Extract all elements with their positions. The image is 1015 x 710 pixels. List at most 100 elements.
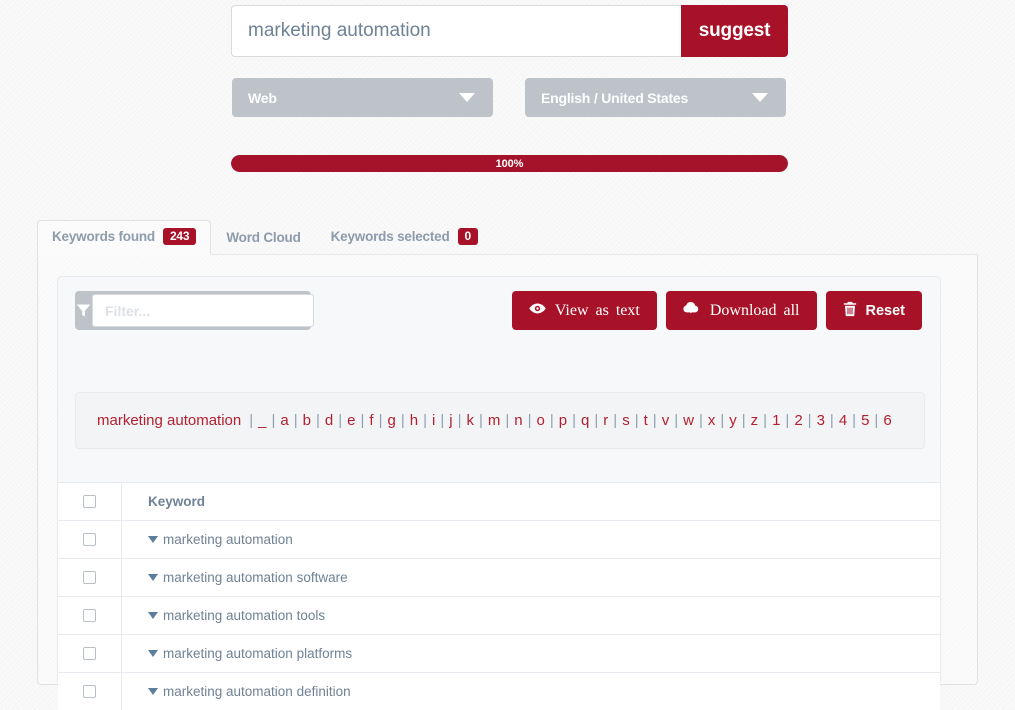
alpha-filter-item[interactable]: i xyxy=(432,412,435,429)
alpha-filter-item[interactable]: 6 xyxy=(883,412,891,429)
row-checkbox[interactable] xyxy=(83,609,96,622)
table-row[interactable]: marketing automation tools xyxy=(58,596,940,634)
keywords-panel: View as text Download all xyxy=(37,254,978,710)
alpha-separator: | xyxy=(338,412,343,429)
download-all-label: Download all xyxy=(709,301,800,319)
alpha-separator: | xyxy=(829,412,834,429)
filter-input[interactable] xyxy=(92,294,314,327)
row-checkbox[interactable] xyxy=(83,685,96,698)
tab-keywords-selected[interactable]: Keywords selected 0 xyxy=(316,220,493,254)
table-row[interactable]: marketing automation platforms xyxy=(58,634,940,672)
alpha-filter-item[interactable]: j xyxy=(449,412,452,429)
table-row[interactable]: marketing automation xyxy=(58,520,940,558)
eye-icon xyxy=(529,302,546,320)
alpha-filter-item[interactable]: d xyxy=(325,412,333,429)
row-checkbox[interactable] xyxy=(83,647,96,660)
alpha-filter-item[interactable]: e xyxy=(347,412,355,429)
alpha-filter-item[interactable]: r xyxy=(603,412,608,429)
trash-icon xyxy=(843,301,857,321)
tab-keywords-selected-badge: 0 xyxy=(457,228,478,245)
alpha-filter-item[interactable]: g xyxy=(387,412,395,429)
toolbar-buttons: View as text Download all Reset xyxy=(511,291,922,330)
keyword-label: marketing automation platforms xyxy=(163,646,353,661)
alpha-filter-item[interactable]: f xyxy=(369,412,373,429)
progress-bar: 100% xyxy=(231,155,788,172)
row-checkbox[interactable] xyxy=(83,533,96,546)
table-header-row: Keyword xyxy=(58,482,940,520)
view-as-text-button[interactable]: View as text xyxy=(511,291,657,330)
alpha-separator: | xyxy=(652,412,657,429)
alpha-filter-item[interactable]: b xyxy=(303,412,311,429)
alpha-separator: | xyxy=(249,412,254,429)
tab-keywords-found-badge: 243 xyxy=(162,228,197,245)
alpha-filter-item[interactable]: p xyxy=(559,412,567,429)
reset-button[interactable]: Reset xyxy=(825,291,922,330)
search-input[interactable] xyxy=(231,5,681,57)
select-all-checkbox[interactable] xyxy=(83,495,96,508)
language-select[interactable]: English / United States xyxy=(525,78,786,117)
alpha-filter-item[interactable]: 5 xyxy=(861,412,869,429)
alpha-separator: | xyxy=(572,412,577,429)
keyword-label: marketing automation tools xyxy=(163,608,326,623)
alpha-filter-head[interactable]: marketing automation xyxy=(97,412,241,429)
triangle-down-icon[interactable] xyxy=(148,688,158,695)
alpha-filter-item[interactable]: k xyxy=(466,412,474,429)
source-select-label: Web xyxy=(248,89,277,106)
alpha-separator: | xyxy=(613,412,618,429)
source-select[interactable]: Web xyxy=(232,78,493,117)
alpha-filter-item[interactable]: 3 xyxy=(817,412,825,429)
alpha-filter-item[interactable]: t xyxy=(644,412,648,429)
tab-word-cloud[interactable]: Word Cloud xyxy=(211,222,315,254)
chevron-down-icon xyxy=(459,93,475,102)
select-all-cell xyxy=(58,483,122,520)
alpha-separator: | xyxy=(423,412,427,429)
alpha-filter-item[interactable]: 4 xyxy=(839,412,847,429)
alpha-separator: | xyxy=(293,412,298,429)
tab-keywords-selected-label: Keywords selected xyxy=(330,229,450,244)
alpha-separator: | xyxy=(505,412,510,429)
alpha-separator: | xyxy=(852,412,857,429)
column-header-keyword: Keyword xyxy=(148,494,206,509)
triangle-down-icon[interactable] xyxy=(148,612,158,619)
alpha-separator: | xyxy=(549,412,554,429)
alpha-separator: | xyxy=(594,412,599,429)
tab-keywords-found[interactable]: Keywords found 243 xyxy=(37,220,212,255)
alpha-filter-item[interactable]: n xyxy=(514,412,522,429)
chevron-down-icon xyxy=(752,93,768,102)
alpha-separator: | xyxy=(440,412,445,429)
keyword-cell: marketing automation xyxy=(122,532,940,547)
alpha-filter-items: | _ | a | b | d | e | f | g | h | i | j | k | m | n | o | p | q | r | s | t | v… xyxy=(244,412,891,429)
table-row[interactable]: marketing automation definition xyxy=(58,672,940,710)
row-checkbox[interactable] xyxy=(83,571,96,584)
keyword-cell: marketing automation platforms xyxy=(122,646,940,661)
alpha-filter-item[interactable]: _ xyxy=(258,412,266,429)
selector-row: Web English / United States xyxy=(232,78,786,117)
alpha-filter-item[interactable]: 1 xyxy=(772,412,780,429)
alpha-separator: | xyxy=(527,412,532,429)
triangle-down-icon[interactable] xyxy=(148,574,158,581)
alpha-filter-item[interactable]: v xyxy=(662,412,670,429)
alpha-filter-item[interactable]: a xyxy=(280,412,288,429)
alpha-filter-item[interactable]: y xyxy=(729,412,737,429)
alpha-filter-item[interactable]: q xyxy=(581,412,589,429)
alpha-filter-item[interactable]: 2 xyxy=(794,412,802,429)
alpha-filter-item[interactable]: h xyxy=(410,412,418,429)
triangle-down-icon[interactable] xyxy=(148,650,158,657)
alpha-separator: | xyxy=(674,412,679,429)
keyword-cell: marketing automation definition xyxy=(122,684,940,699)
alpha-filter-item[interactable]: x xyxy=(708,412,716,429)
table-row[interactable]: marketing automation software xyxy=(58,558,940,596)
alpha-filter-item[interactable]: z xyxy=(751,412,759,429)
alpha-separator: | xyxy=(763,412,768,429)
alpha-filter-item[interactable]: w xyxy=(683,412,694,429)
row-checkbox-cell xyxy=(58,673,122,710)
download-all-button[interactable]: Download all xyxy=(665,291,817,330)
alpha-filter-item[interactable]: m xyxy=(488,412,501,429)
triangle-down-icon[interactable] xyxy=(148,536,158,543)
alpha-filter-item[interactable]: s xyxy=(622,412,630,429)
reset-label: Reset xyxy=(865,302,906,319)
row-checkbox-cell xyxy=(58,559,122,596)
alpha-filter-item[interactable]: o xyxy=(537,412,545,429)
suggest-button[interactable]: suggest xyxy=(681,5,788,57)
row-checkbox-cell xyxy=(58,521,122,558)
